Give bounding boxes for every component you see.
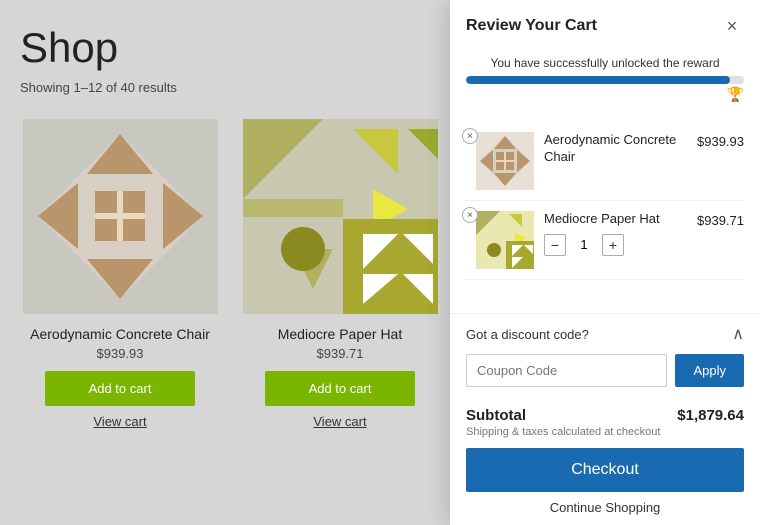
add-to-cart-button-2[interactable]: Add to cart [265,371,415,406]
cart-title: Review Your Cart [466,17,597,35]
remove-item-2-button[interactable]: × [462,207,478,223]
apply-coupon-button[interactable]: Apply [675,354,744,387]
cart-item-name-1: Aerodynamic Concrete Chair [544,132,687,166]
discount-label: Got a discount code? [466,327,589,342]
cart-items-list: × Aerodynamic Concrete Chair [450,114,760,313]
reward-trophy-icon: 🏆 [727,86,744,102]
view-cart-link-1[interactable]: View cart [93,414,146,429]
product-name-1: Aerodynamic Concrete Chair [30,326,210,342]
subtotal-row: Subtotal $1,879.64 [466,407,744,424]
cart-item-info-2: Mediocre Paper Hat − 1 + [544,211,687,256]
discount-header[interactable]: Got a discount code? ∧ [466,324,744,344]
checkout-button[interactable]: Checkout [466,448,744,492]
remove-item-1-button[interactable]: × [462,128,478,144]
reward-section: You have successfully unlocked the rewar… [450,48,760,114]
cart-item-2: × Mediocre Paper Hat − 1 [466,201,744,280]
cart-item-info-1: Aerodynamic Concrete Chair [544,132,687,170]
quantity-control-2: − 1 + [544,234,687,256]
product-image-2 [243,119,438,314]
discount-section: Got a discount code? ∧ Apply [450,313,760,397]
product-pattern-2 [243,119,438,314]
cart-header: Review Your Cart × [450,0,760,48]
reward-bar-fill [466,76,730,84]
close-cart-button[interactable]: × [720,14,744,38]
cart-item-name-2: Mediocre Paper Hat [544,211,687,228]
coupon-input[interactable] [466,354,667,387]
add-to-cart-button-1[interactable]: Add to cart [45,371,195,406]
product-price-2: $939.71 [317,346,364,361]
subtotal-section: Subtotal $1,879.64 Shipping & taxes calc… [450,397,760,525]
subtotal-label: Subtotal [466,407,526,424]
cart-overlay: Review Your Cart × You have successfully… [450,0,760,525]
cart-item-thumb-1 [476,132,534,190]
cart-item-thumb-2 [476,211,534,269]
reward-progress-bar [466,76,744,84]
product-card-1: Aerodynamic Concrete Chair $939.93 Add t… [20,119,220,429]
continue-shopping-button[interactable]: Continue Shopping [466,500,744,519]
cart-item-1: × Aerodynamic Concrete Chair [466,122,744,201]
subtotal-note: Shipping & taxes calculated at checkout [466,426,744,438]
product-pattern-1 [23,119,218,314]
quantity-value-2: 1 [574,237,594,252]
quantity-decrease-button-2[interactable]: − [544,234,566,256]
cart-item-price-1: $939.93 [697,132,744,149]
product-name-2: Mediocre Paper Hat [278,326,403,342]
product-price-1: $939.93 [97,346,144,361]
subtotal-amount: $1,879.64 [677,407,744,424]
product-image-1 [23,119,218,314]
view-cart-link-2[interactable]: View cart [313,414,366,429]
coupon-row: Apply [466,354,744,387]
product-card-2: Mediocre Paper Hat $939.71 Add to cart V… [240,119,440,429]
quantity-increase-button-2[interactable]: + [602,234,624,256]
chevron-up-icon: ∧ [732,324,744,344]
reward-text: You have successfully unlocked the rewar… [466,56,744,70]
cart-item-price-2: $939.71 [697,211,744,228]
